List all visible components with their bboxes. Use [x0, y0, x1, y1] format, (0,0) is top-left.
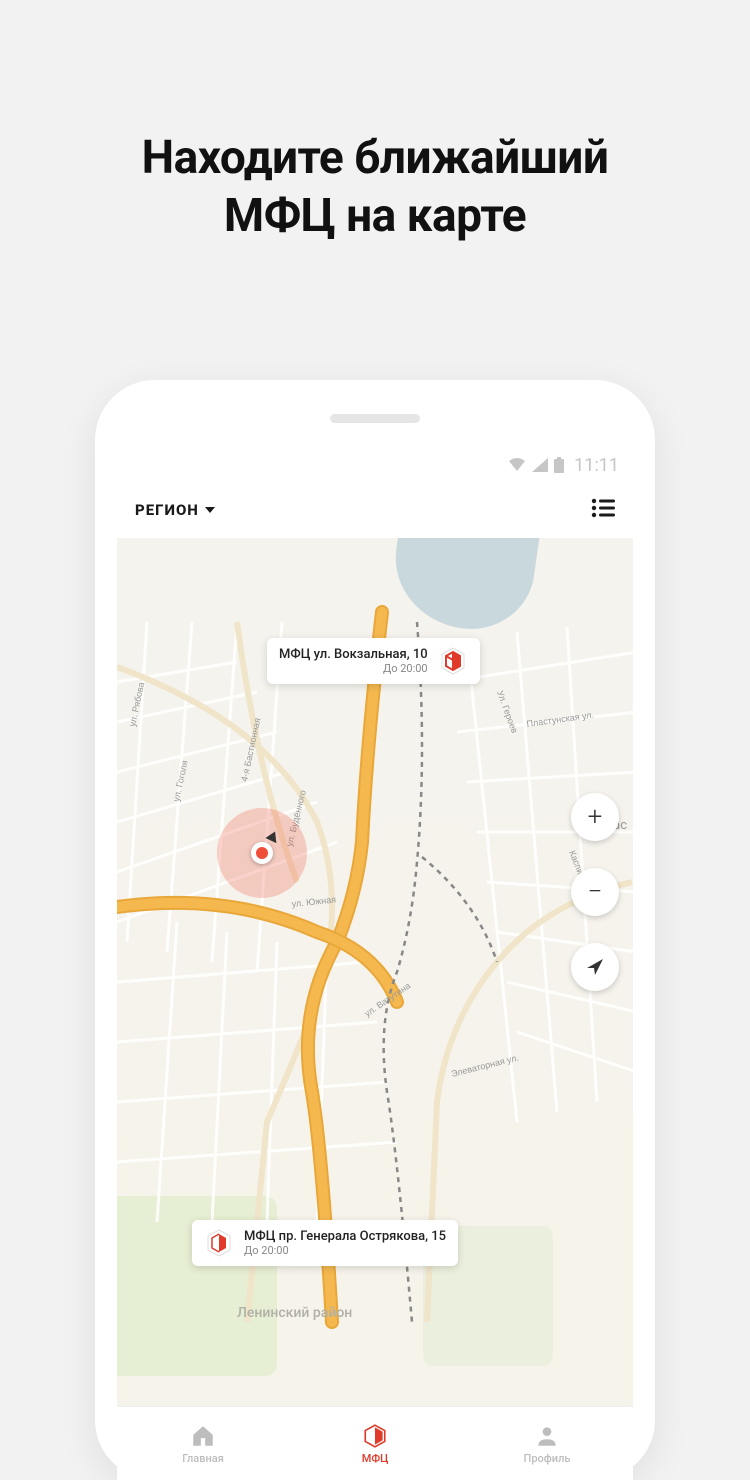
minus-icon: − [588, 877, 603, 907]
nav-label: МФЦ [362, 1452, 389, 1465]
phone-frame: 11:11 РЕГИОН [95, 380, 655, 1480]
promo-title: Находите ближайший МФЦ на карте [0, 0, 750, 245]
map[interactable]: Троллей ул. Рябова ул. Гоголя 4-я Бастио… [117, 538, 633, 1406]
list-view-button[interactable] [591, 498, 615, 522]
callout-title: МФЦ пр. Генерала Острякова, 15 [244, 1229, 446, 1245]
wifi-icon [508, 458, 526, 472]
app-screen: 11:11 РЕГИОН [117, 448, 633, 1480]
promo-line-1: Находите ближайший [142, 131, 609, 185]
callout-title: МФЦ ул. Вокзальная, 10 [279, 647, 428, 663]
nav-profile[interactable]: Профиль [461, 1423, 633, 1465]
nav-home[interactable]: Главная [117, 1423, 289, 1465]
promo-line-2: МФЦ на карте [224, 189, 526, 243]
status-time: 11:11 [574, 455, 619, 476]
app-header: РЕГИОН [117, 482, 633, 538]
map-callout-2[interactable]: МФЦ пр. Генерала Острякова, 15 До 20:00 [192, 1220, 458, 1266]
svg-text:Пластунская ул.: Пластунская ул. [526, 710, 595, 729]
caret-down-icon [205, 507, 215, 513]
svg-text:ул. Гоголя: ул. Гоголя [171, 759, 190, 802]
nav-label: Профиль [524, 1452, 571, 1465]
home-icon [190, 1423, 216, 1449]
plus-icon: + [588, 802, 603, 832]
svg-text:ул. Рябова: ул. Рябова [127, 681, 146, 727]
region-dropdown[interactable]: РЕГИОН [135, 501, 215, 519]
zoom-out-button[interactable]: − [571, 868, 619, 916]
locate-me-button[interactable] [571, 943, 619, 991]
status-bar: 11:11 [117, 448, 633, 482]
callout-hours: До 20:00 [244, 1244, 446, 1257]
battery-icon [554, 457, 564, 473]
mfc-icon [362, 1423, 388, 1449]
zoom-in-button[interactable]: + [571, 793, 619, 841]
mfc-pin-icon [204, 1228, 234, 1258]
nav-label: Главная [182, 1452, 224, 1465]
navigate-icon [585, 957, 605, 977]
map-callout-1[interactable]: МФЦ ул. Вокзальная, 10 До 20:00 [267, 638, 480, 684]
person-icon [534, 1423, 560, 1449]
svg-text:Элеваторная ул.: Элеваторная ул. [450, 1052, 520, 1078]
map-district-label: Ленинский район [237, 1305, 352, 1321]
phone-speaker [330, 414, 420, 423]
callout-hours: До 20:00 [279, 662, 428, 675]
bottom-nav: Главная МФЦ Профиль [117, 1406, 633, 1480]
signal-icon [532, 458, 548, 472]
user-location-dot [251, 842, 273, 864]
mfc-pin-icon [438, 646, 468, 676]
nav-mfc[interactable]: МФЦ [289, 1423, 461, 1465]
region-label: РЕГИОН [135, 501, 199, 519]
